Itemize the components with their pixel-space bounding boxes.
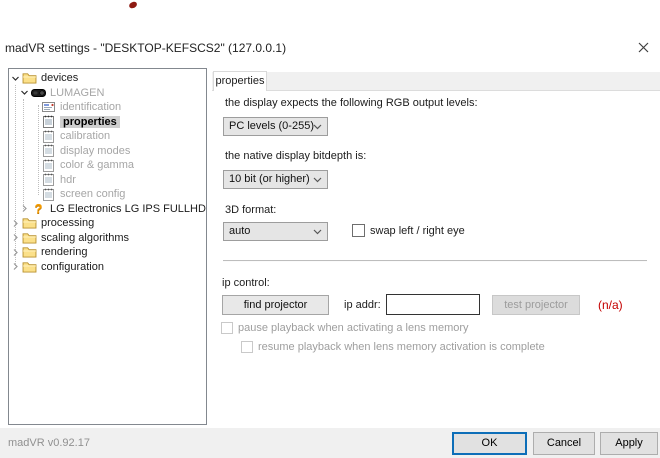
tree-item-lg-electronics[interactable]: ? LG Electronics LG IPS FULLHD [9, 202, 206, 217]
tree-item-properties[interactable]: properties [9, 115, 206, 130]
rgb-levels-select[interactable]: PC levels (0-255) [223, 117, 328, 136]
chevron-down-icon[interactable] [11, 73, 22, 83]
folder-icon [22, 72, 37, 85]
tree-item-label: scaling algorithms [41, 231, 130, 244]
id-card-icon [41, 101, 56, 114]
tree-item-lumagen[interactable]: LUMAGEN [9, 86, 206, 101]
question-icon: ? [34, 201, 43, 217]
device-icon [31, 86, 46, 99]
3d-format-label: 3D format: [225, 204, 277, 216]
page-icon [41, 144, 56, 158]
close-button[interactable] [630, 38, 656, 60]
rgb-levels-label: the display expects the following RGB ou… [225, 97, 478, 109]
settings-tree: devices LUMAGEN identification propertie… [8, 68, 207, 425]
bitdepth-select[interactable]: 10 bit (or higher) [223, 170, 328, 189]
tab-properties[interactable]: properties [213, 71, 267, 91]
na-status: (n/a) [598, 298, 623, 312]
tree-item-label: configuration [41, 260, 104, 273]
chevron-right-icon[interactable] [11, 247, 22, 257]
chevron-down-icon [313, 177, 322, 183]
pause-playback-label: pause playback when activating a lens me… [238, 322, 469, 334]
bitdepth-label: the native display bitdepth is: [225, 150, 367, 162]
version-text: madVR v0.92.17 [8, 437, 90, 449]
page-icon [41, 173, 56, 187]
tree-item-scaling-algorithms[interactable]: scaling algorithms [9, 231, 206, 246]
chevron-down-icon [313, 229, 322, 235]
tree-item-display-modes[interactable]: display modes [9, 144, 206, 159]
tree-item-label: display modes [60, 144, 131, 157]
tree-item-label: LUMAGEN [50, 86, 105, 99]
cancel-button[interactable]: Cancel [533, 432, 595, 455]
apply-button[interactable]: Apply [600, 432, 658, 455]
folder-icon [22, 260, 37, 273]
ip-control-label: ip control: [222, 277, 270, 289]
chevron-right-icon[interactable] [20, 204, 31, 214]
window-title: madVR settings - "DESKTOP-KEFSCS2" (127.… [5, 41, 287, 55]
separator [223, 260, 647, 262]
tree-item-screen-config[interactable]: screen config [9, 187, 206, 202]
chevron-right-icon[interactable] [11, 262, 22, 272]
tree-item-label: LG Electronics LG IPS FULLHD [50, 202, 206, 215]
tree-item-label: devices [41, 72, 79, 85]
swap-eyes-label: swap left / right eye [370, 225, 465, 237]
chevron-right-icon[interactable] [11, 233, 22, 243]
folder-icon [22, 231, 37, 244]
page-icon [41, 159, 56, 172]
find-projector-button[interactable]: find projector [222, 295, 329, 315]
bitdepth-value: 10 bit (or higher) [229, 173, 310, 185]
tree-item-label: processing [41, 217, 95, 230]
close-icon [638, 40, 649, 58]
resume-playback-label: resume playback when lens memory activat… [258, 341, 545, 353]
pause-playback-checkbox [221, 322, 233, 334]
red-ink-mark [128, 1, 138, 9]
folder-icon [22, 217, 37, 230]
chevron-down-icon[interactable] [20, 88, 31, 98]
title-bar: madVR settings - "DESKTOP-KEFSCS2" (127.… [0, 38, 660, 60]
tree-item-label: screen config [60, 188, 126, 201]
page-icon [41, 115, 56, 129]
tree-item-devices[interactable]: devices [9, 71, 206, 86]
tree-item-rendering[interactable]: rendering [9, 245, 206, 260]
tree-item-label: properties [60, 115, 120, 128]
tree-item-label: hdr [60, 173, 76, 186]
resume-playback-checkbox [241, 341, 253, 353]
3d-format-select[interactable]: auto [223, 222, 328, 241]
tree-item-configuration[interactable]: configuration [9, 260, 206, 275]
tree-item-calibration[interactable]: calibration [9, 129, 206, 144]
chevron-down-icon [313, 124, 322, 130]
ip-addr-input[interactable] [386, 294, 480, 315]
tab-strip [212, 72, 660, 91]
3d-format-value: auto [229, 225, 251, 237]
page-icon [41, 188, 56, 201]
tree-item-hdr[interactable]: hdr [9, 173, 206, 188]
folder-icon [22, 246, 37, 259]
ip-addr-label: ip addr: [344, 299, 381, 311]
rgb-levels-value: PC levels (0-255) [229, 120, 314, 132]
test-projector-button: test projector [492, 295, 580, 315]
tree-item-label: identification [60, 101, 122, 114]
tree-item-identification[interactable]: identification [9, 100, 206, 115]
swap-eyes-checkbox[interactable] [352, 224, 365, 237]
ok-button[interactable]: OK [452, 432, 527, 455]
chevron-right-icon[interactable] [11, 218, 22, 228]
tree-item-label: color & gamma [60, 159, 134, 172]
page-icon [41, 130, 56, 143]
tree-item-label: rendering [41, 246, 88, 259]
tree-item-processing[interactable]: processing [9, 216, 206, 231]
tree-item-label: calibration [60, 130, 111, 143]
tree-item-color-gamma[interactable]: color & gamma [9, 158, 206, 173]
